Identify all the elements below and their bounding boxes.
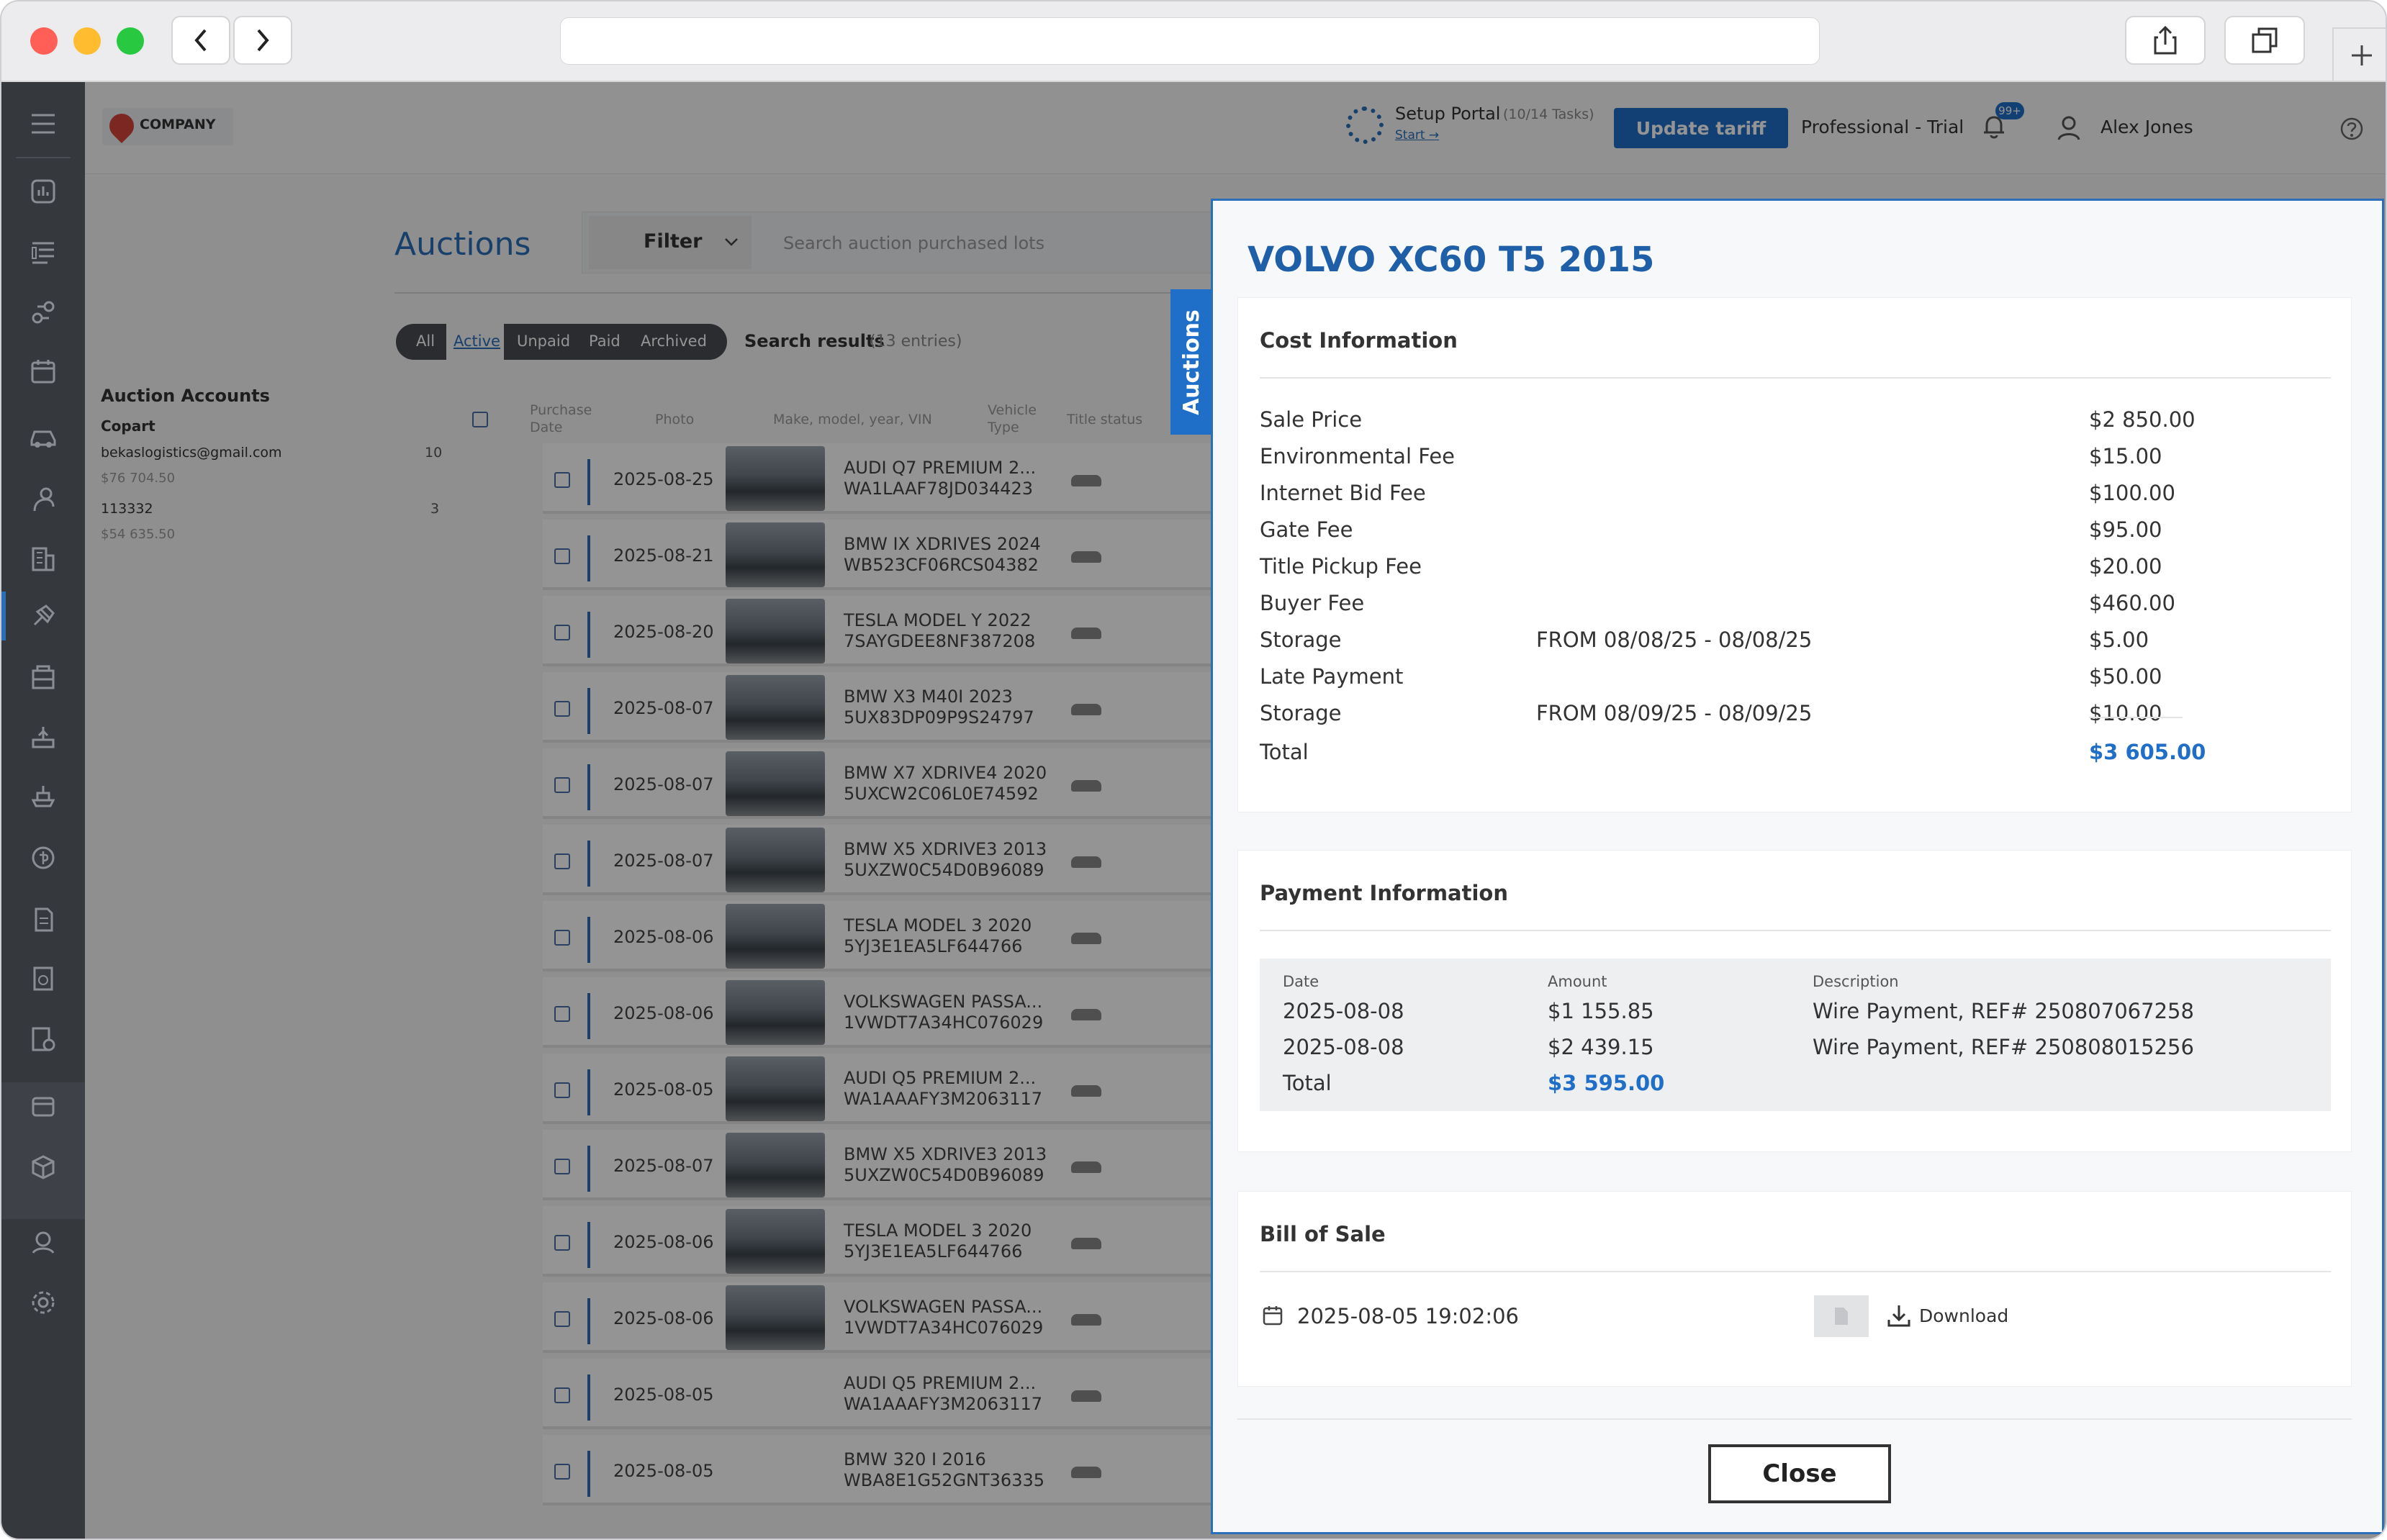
bill-of-sale-title: Bill of Sale <box>1260 1222 1386 1246</box>
zoom-window-button[interactable] <box>117 27 144 55</box>
forklift-icon[interactable] <box>26 720 60 754</box>
payment-description: Wire Payment, REF# 250807067258 <box>1813 999 2194 1023</box>
chevron-left-icon <box>194 29 207 52</box>
cost-information-title: Cost Information <box>1260 328 1458 353</box>
cost-total-value: $3 605.00 <box>2089 740 2206 764</box>
new-tab-button[interactable] <box>2332 27 2386 82</box>
money-icon[interactable] <box>26 841 60 875</box>
close-window-button[interactable] <box>30 27 58 55</box>
cost-item-period: FROM 08/08/25 - 08/08/25 <box>1536 628 1813 652</box>
chevron-right-icon <box>257 29 269 52</box>
dashboard-icon[interactable] <box>26 174 60 209</box>
payment-amount: $1 155.85 <box>1548 999 1654 1023</box>
cost-item-label: Buyer Fee <box>1260 591 1365 615</box>
auctions-side-tab-label: Auctions <box>1178 309 1204 415</box>
cost-item-value: $2 850.00 <box>2089 407 2196 432</box>
lot-details-modal: VOLVO XC60 T5 2015 Cost Information Sale… <box>1211 199 2384 1534</box>
calendar-icon[interactable] <box>26 354 60 389</box>
cost-item-value: $15.00 <box>2089 444 2162 468</box>
cost-item-value: $460.00 <box>2089 591 2175 615</box>
bill-of-sale-card: Bill of Sale 2025-08-05 19:02:06 Downloa… <box>1237 1191 2352 1387</box>
sidebar <box>1 82 85 1539</box>
download-button[interactable]: Download <box>1886 1300 2008 1331</box>
minimize-window-button[interactable] <box>73 27 101 55</box>
share-button[interactable] <box>2125 16 2206 65</box>
cost-item-label: Sale Price <box>1260 407 1363 432</box>
invoice-icon[interactable] <box>26 961 60 996</box>
package-icon[interactable] <box>26 1150 60 1185</box>
report-icon[interactable] <box>26 1022 60 1056</box>
ship-icon[interactable] <box>26 779 60 813</box>
payment-total-value: $3 595.00 <box>1548 1071 1665 1095</box>
gavel-icon[interactable] <box>26 599 60 633</box>
cost-item-value: $20.00 <box>2089 554 2162 579</box>
profile-icon[interactable] <box>26 1225 60 1259</box>
cost-information-card: Cost Information Sale Price $2 850.00 Envi… <box>1237 297 2352 812</box>
cost-item-label: Gate Fee <box>1260 517 1353 542</box>
archive-icon[interactable] <box>26 1088 60 1123</box>
cost-item-label: Storage <box>1260 628 1342 652</box>
payment-header-amount: Amount <box>1548 973 1607 990</box>
cost-item-label: Title Pickup Fee <box>1260 554 1422 579</box>
payment-header-description: Description <box>1813 973 1899 990</box>
bill-of-sale-datetime: 2025-08-05 19:02:06 <box>1297 1304 1519 1328</box>
building-icon[interactable] <box>26 541 60 576</box>
cost-item-label: Storage <box>1260 701 1342 725</box>
menu-icon[interactable] <box>26 107 60 141</box>
back-button[interactable] <box>171 16 230 65</box>
cost-item-period: FROM 08/09/25 - 08/09/25 <box>1536 701 1813 725</box>
tabs-button[interactable] <box>2224 16 2305 65</box>
auctions-side-tab[interactable]: Auctions <box>1170 289 1212 435</box>
download-icon <box>1887 1305 1910 1327</box>
browser-toolbar <box>1 1 2386 82</box>
payment-date: 2025-08-08 <box>1283 999 1404 1023</box>
calendar-icon <box>1263 1306 1283 1326</box>
vehicle-icon[interactable] <box>26 419 60 453</box>
close-button-label: Close <box>1762 1459 1837 1488</box>
payment-description: Wire Payment, REF# 250808015256 <box>1813 1035 2194 1059</box>
gear-icon[interactable] <box>26 1285 60 1320</box>
users-icon[interactable] <box>26 482 60 517</box>
cost-item-value: $5.00 <box>2089 628 2149 652</box>
payment-header-date: Date <box>1283 973 1319 990</box>
document-thumbnail[interactable] <box>1814 1295 1869 1337</box>
browser-window: COMPANY Setup Portal (10/14 Tasks) Start… <box>0 0 2387 1540</box>
tabs-icon <box>2252 27 2278 53</box>
list-icon[interactable] <box>26 235 60 269</box>
forward-button[interactable] <box>233 16 292 65</box>
payment-date: 2025-08-08 <box>1283 1035 1404 1059</box>
route-icon[interactable] <box>26 295 60 330</box>
cost-item-value: $50.00 <box>2089 664 2162 689</box>
download-label: Download <box>1919 1305 2009 1326</box>
cost-item-value: $100.00 <box>2089 481 2175 505</box>
share-icon <box>2154 25 2177 55</box>
close-button[interactable]: Close <box>1708 1444 1891 1503</box>
payment-information-title: Payment Information <box>1260 881 1508 905</box>
address-bar[interactable] <box>560 17 1820 65</box>
payment-total-label: Total <box>1283 1071 1332 1095</box>
cost-item-label: Environmental Fee <box>1260 444 1455 468</box>
modal-title: VOLVO XC60 T5 2015 <box>1247 240 1655 280</box>
plus-icon <box>2352 45 2372 65</box>
cost-item-value: $95.00 <box>2089 517 2162 542</box>
document-icon[interactable] <box>26 902 60 937</box>
payment-information-card: Payment Information Date Amount Descript… <box>1237 850 2352 1152</box>
cost-total-label: Total <box>1260 740 1309 764</box>
cost-item-label: Internet Bid Fee <box>1260 481 1426 505</box>
payment-table: Date Amount Description 2025-08-08 $1 15… <box>1260 959 2331 1111</box>
cost-item-value: $10.00 <box>2089 701 2162 725</box>
warehouse-icon[interactable] <box>26 659 60 694</box>
cost-item-label: Late Payment <box>1260 664 1404 689</box>
payment-amount: $2 439.15 <box>1548 1035 1654 1059</box>
file-icon <box>1835 1308 1848 1325</box>
